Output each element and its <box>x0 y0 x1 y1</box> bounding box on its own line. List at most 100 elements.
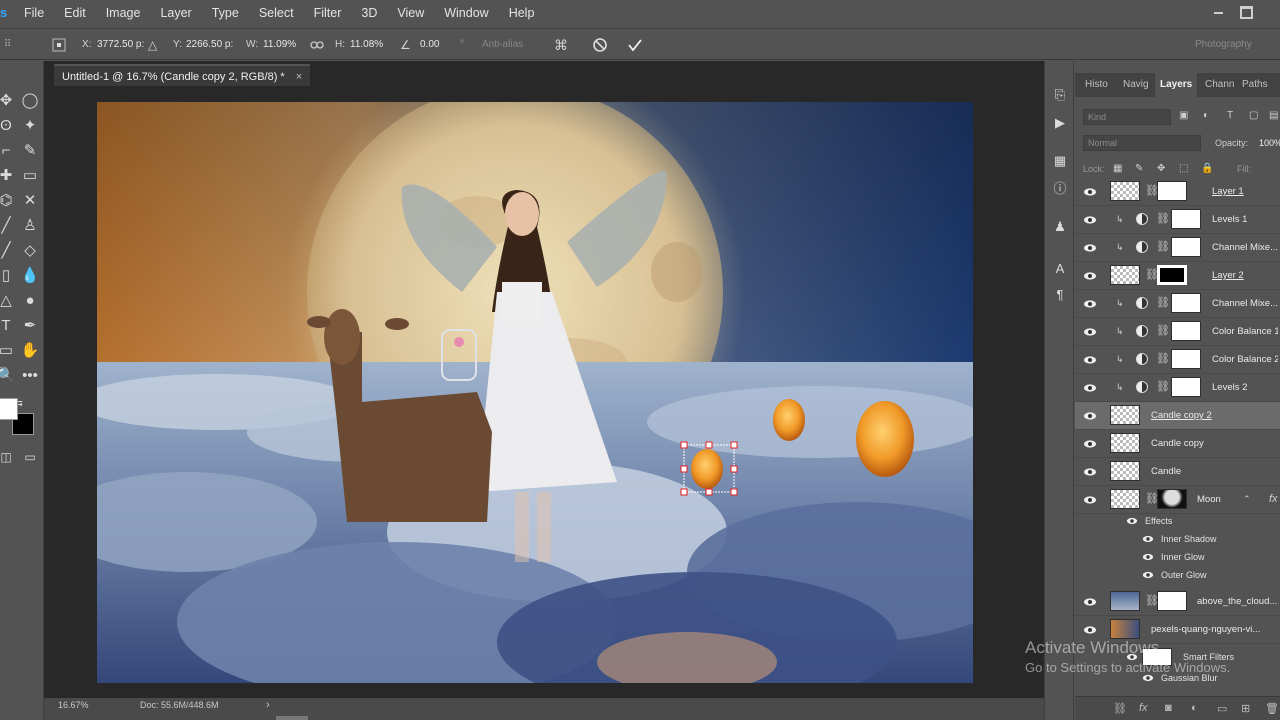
mask-link-icon[interactable]: ⛓ <box>1156 212 1170 225</box>
document-tab[interactable]: Untitled-1 @ 16.7% (Candle copy 2, RGB/8… <box>54 64 311 86</box>
mask-link-icon[interactable]: ⛓ <box>1156 296 1170 309</box>
layer-name[interactable]: Channel Mixe... <box>1212 290 1278 318</box>
filter-smart-icon[interactable]: ▤ <box>1269 110 1278 121</box>
mask-link-icon[interactable]: ⛓ <box>1156 352 1170 365</box>
antialias-label[interactable]: Anti-alias <box>482 29 523 61</box>
layer-mask-thumbnail[interactable] <box>1157 181 1187 201</box>
effect-visibility-icon[interactable] <box>1142 551 1154 563</box>
x-position-field[interactable]: 3772.50 p: <box>97 37 144 53</box>
tab-history[interactable]: Histo <box>1085 73 1108 97</box>
layer-row-selected[interactable]: Candle copy 2 <box>1075 402 1280 430</box>
layer-mask-thumbnail[interactable] <box>1157 591 1187 611</box>
new-adjustment-icon[interactable]: ◐ <box>1191 702 1198 714</box>
visibility-eye-icon[interactable] <box>1083 297 1097 311</box>
visibility-eye-icon[interactable] <box>1083 493 1097 507</box>
mask-link-icon[interactable]: ⛓ <box>1156 380 1170 393</box>
minimize-button[interactable] <box>1210 4 1228 18</box>
effects-visibility-icon[interactable] <box>1126 515 1138 527</box>
layer-row[interactable]: ⛓ Layer 1 <box>1075 178 1280 206</box>
visibility-eye-icon[interactable] <box>1083 437 1097 451</box>
info-panel-icon[interactable]: ⓘ <box>1050 179 1070 199</box>
menu-layer[interactable]: Layer <box>150 0 201 26</box>
paragraph-panel-icon[interactable]: ¶ <box>1050 285 1070 305</box>
delete-layer-icon[interactable]: 🗑 <box>1265 702 1279 715</box>
new-layer-icon[interactable]: ⊞ <box>1241 702 1250 715</box>
libraries-panel-icon[interactable]: ♟ <box>1050 217 1070 237</box>
lock-all-icon[interactable]: 🔒 <box>1201 163 1213 174</box>
layer-row[interactable]: Candle <box>1075 458 1280 486</box>
rotation-field[interactable]: 0.00 <box>420 37 439 53</box>
tab-navigator[interactable]: Navig <box>1123 73 1149 97</box>
layer-name[interactable]: above_the_cloud... <box>1197 588 1280 616</box>
link-layers-icon[interactable]: ⛓ <box>1113 702 1127 715</box>
add-mask-icon[interactable]: ◙ <box>1165 702 1172 714</box>
menu-filter[interactable]: Filter <box>304 0 352 26</box>
layer-row[interactable]: ↳ ⛓ Color Balance 2 <box>1075 346 1280 374</box>
layer-mask-thumbnail[interactable] <box>1157 265 1187 285</box>
lock-image-icon[interactable]: ✎ <box>1135 163 1143 174</box>
effect-item[interactable]: Outer Glow <box>1075 566 1280 584</box>
filter-pixel-icon[interactable]: ▣ <box>1179 110 1188 121</box>
add-style-icon[interactable]: fx <box>1139 702 1148 714</box>
tab-paths[interactable]: Paths <box>1242 73 1268 97</box>
visibility-eye-icon[interactable] <box>1083 623 1097 637</box>
fx-icon[interactable]: fx <box>1269 493 1278 505</box>
layer-name[interactable]: Candle copy 2 <box>1151 402 1278 430</box>
zoom-level[interactable]: 16.67% <box>58 698 89 712</box>
menu-file[interactable]: File <box>14 0 54 26</box>
layer-row[interactable]: ↳ ⛓ Levels 2 <box>1075 374 1280 402</box>
layer-name[interactable]: Candle copy <box>1151 430 1278 458</box>
link-proportions-icon[interactable] <box>310 29 324 64</box>
visibility-eye-icon[interactable] <box>1083 595 1097 609</box>
menu-window[interactable]: Window <box>434 0 498 26</box>
layer-row[interactable]: ↳ ⛓ Levels 1 <box>1075 206 1280 234</box>
layer-name[interactable]: Moon <box>1197 486 1247 514</box>
layer-mask-thumbnail[interactable] <box>1171 321 1201 341</box>
visibility-eye-icon[interactable] <box>1083 409 1097 423</box>
tool-preset-icon[interactable]: ⠿ <box>4 29 11 61</box>
lock-artboard-icon[interactable]: ⬚ <box>1179 163 1188 174</box>
menu-type[interactable]: Type <box>202 0 249 26</box>
visibility-eye-icon[interactable] <box>1083 269 1097 283</box>
layer-mask-thumbnail[interactable] <box>1171 209 1201 229</box>
visibility-eye-icon[interactable] <box>1083 465 1097 479</box>
layer-row[interactable]: Candle copy <box>1075 430 1280 458</box>
menu-help[interactable]: Help <box>499 0 545 26</box>
horizontal-scrollbar[interactable] <box>276 716 308 720</box>
menu-edit[interactable]: Edit <box>54 0 96 26</box>
layer-mask-thumbnail[interactable] <box>1171 377 1201 397</box>
workspace-switcher[interactable]: Photography <box>1195 29 1252 61</box>
height-field[interactable]: 11.08% <box>350 37 383 53</box>
visibility-eye-icon[interactable] <box>1083 213 1097 227</box>
lock-position-icon[interactable]: ✥ <box>1157 163 1165 174</box>
layer-row[interactable]: ⛓ Layer 2 <box>1075 262 1280 290</box>
layer-name[interactable]: Layer 1 <box>1212 178 1278 206</box>
menu-image[interactable]: Image <box>96 0 151 26</box>
close-tab-icon[interactable]: × <box>296 71 302 83</box>
lock-transparent-icon[interactable]: ▦ <box>1113 163 1122 174</box>
layer-mask-thumbnail[interactable] <box>1157 489 1187 509</box>
width-field[interactable]: 11.09% <box>263 37 296 53</box>
actions-play-icon[interactable]: ▶ <box>1050 113 1070 133</box>
expand-effects-icon[interactable]: ⌃ <box>1243 494 1251 505</box>
y-position-field[interactable]: 2266.50 p: <box>186 37 233 53</box>
restore-button[interactable] <box>1236 4 1254 19</box>
layer-filter-select[interactable]: Kind <box>1083 109 1171 125</box>
layer-name[interactable]: Color Balance 2 <box>1212 346 1278 374</box>
layer-row[interactable]: ↳ ⛓ Color Balance 1 <box>1075 318 1280 346</box>
layer-mask-thumbnail[interactable] <box>1171 237 1201 257</box>
effect-item[interactable]: Inner Shadow <box>1075 530 1280 548</box>
layer-row[interactable]: ↳ ⛓ Channel Mixe... <box>1075 290 1280 318</box>
layer-mask-thumbnail[interactable] <box>1171 293 1201 313</box>
visibility-eye-icon[interactable] <box>1083 185 1097 199</box>
layer-row[interactable]: ↳ ⛓ Channel Mixe... <box>1075 234 1280 262</box>
effect-visibility-icon[interactable] <box>1142 533 1154 545</box>
layer-name[interactable]: Channel Mixe... <box>1212 234 1278 262</box>
layer-name[interactable]: Color Balance 1 <box>1212 318 1278 346</box>
visibility-eye-icon[interactable] <box>1083 241 1097 255</box>
filter-adjustment-icon[interactable]: ◐ <box>1203 110 1209 121</box>
layer-name[interactable]: Levels 2 <box>1212 374 1278 402</box>
opacity-field[interactable]: 100% <box>1259 138 1280 148</box>
tab-channels[interactable]: Chann <box>1205 73 1234 97</box>
new-group-icon[interactable]: ▭ <box>1217 702 1227 715</box>
